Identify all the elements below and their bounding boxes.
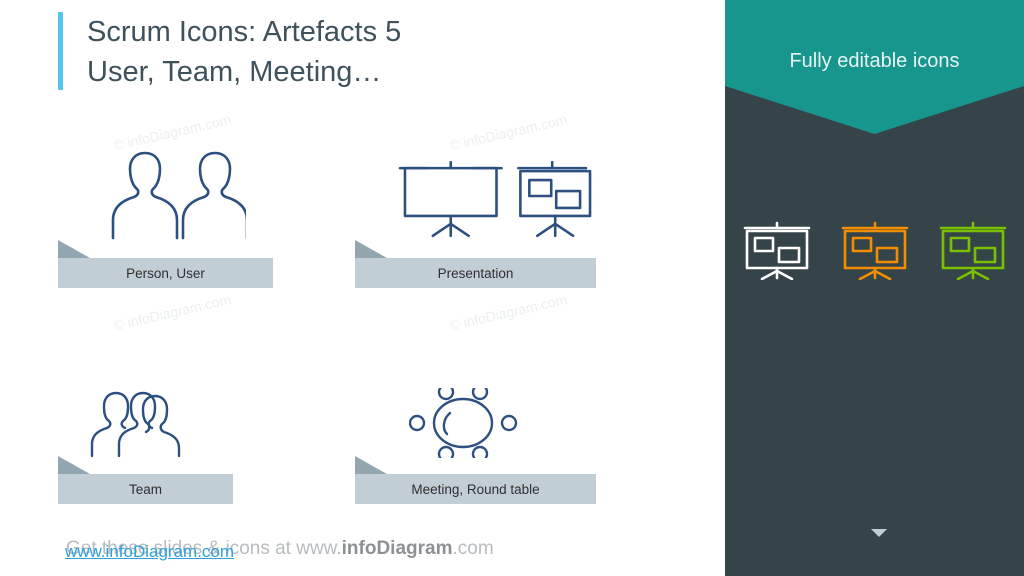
icon-label: Meeting, Round table (411, 481, 540, 497)
watermark: © infoDiagram.com (448, 290, 569, 334)
watermark: © infoDiagram.com (112, 110, 233, 154)
presentation-icon-orange[interactable] (840, 218, 910, 285)
color-variant-row (725, 218, 1024, 285)
watermark: © infoDiagram.com (448, 110, 569, 154)
title-line-1: Scrum Icons: Artefacts 5 (87, 16, 402, 48)
side-panel: Fully editable icons (725, 0, 1024, 576)
icon-label: Person, User (126, 265, 205, 281)
meeting-round-table-icon (355, 388, 596, 458)
presentation-icon-green[interactable] (938, 218, 1008, 285)
ribbon-fold (355, 240, 387, 258)
watermark: © infoDiagram.com (112, 290, 233, 334)
ribbon-fold (355, 456, 387, 474)
presentation-icon-white[interactable] (742, 218, 812, 285)
title-line-2: User, Team, Meeting… (87, 56, 382, 88)
slide-canvas: Scrum Icons: Artefacts 5 User, Team, Mee… (0, 0, 725, 576)
page-title: Scrum Icons: Artefacts 5 User, Team, Mee… (58, 12, 401, 92)
label-ribbon-team: Team (58, 456, 233, 504)
icon-card-meeting[interactable]: Meeting, Round table (355, 388, 596, 504)
ribbon-fold (58, 456, 90, 474)
title-accent-bar (58, 12, 63, 90)
website-link[interactable]: www.infoDiagram.com (0, 542, 299, 562)
presentation-icon (355, 150, 596, 240)
team-icon (58, 388, 233, 458)
footer-brand: infoDiagram (341, 538, 453, 559)
icon-label: Presentation (437, 265, 514, 281)
footer-suffix: .com (452, 538, 494, 559)
panel-banner-label: Fully editable icons (789, 50, 960, 72)
label-ribbon-presentation: Presentation (355, 240, 596, 288)
label-ribbon-meeting: Meeting, Round table (355, 456, 596, 504)
icon-card-presentation[interactable]: Presentation (355, 150, 596, 288)
icon-card-person-user[interactable]: Person, User (58, 150, 273, 288)
label-ribbon-person-user: Person, User (58, 240, 273, 288)
ribbon-fold (58, 240, 90, 258)
link-pointer-triangle (871, 529, 887, 537)
person-user-icon (58, 150, 273, 240)
icon-label: Team (128, 481, 162, 497)
icon-card-team[interactable]: Team (58, 388, 233, 504)
